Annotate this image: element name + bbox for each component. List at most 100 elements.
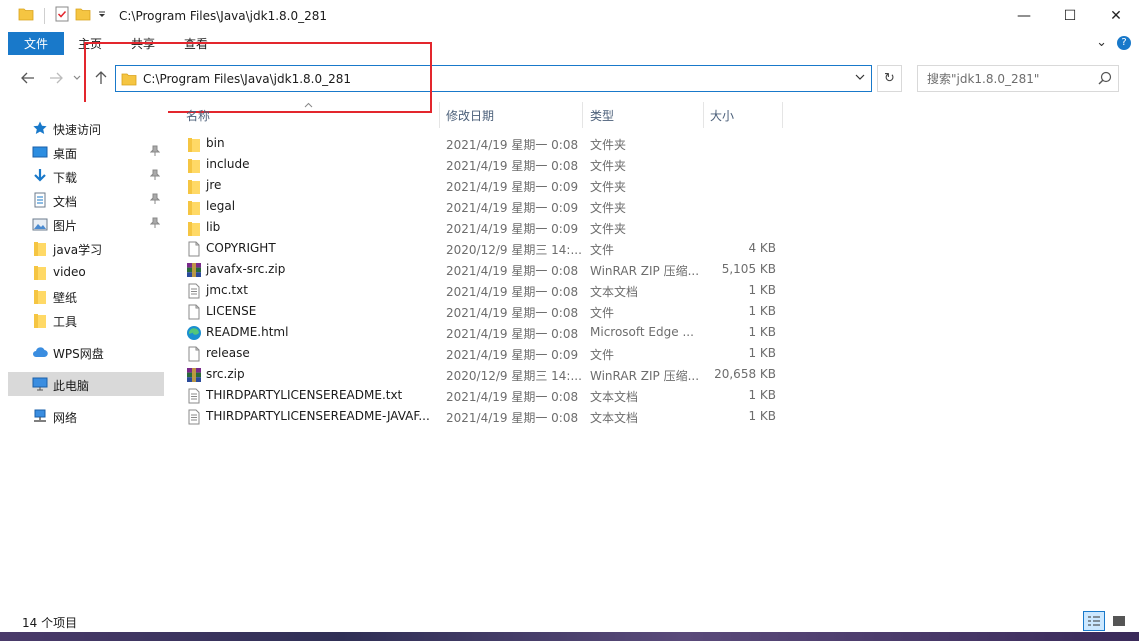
sidebar-item-network[interactable]: 网络	[8, 404, 164, 428]
file-row[interactable]: COPYRIGHT 2020/12/9 星期三 14:... 文件 4 KB	[182, 238, 782, 259]
file-size: 1 KB	[748, 388, 776, 402]
sidebar-item-tools[interactable]: 工具	[8, 308, 164, 332]
back-arrow-icon	[21, 72, 34, 84]
file-row[interactable]: THIRDPARTYLICENSEREADME.txt 2021/4/19 星期一…	[182, 385, 782, 406]
file-type: Microsoft Edge ...	[590, 325, 694, 339]
file-row[interactable]: README.html 2021/4/19 星期一 0:08 Microsoft E…	[182, 322, 782, 343]
folder-icon	[186, 136, 202, 152]
address-dropdown-button[interactable]	[855, 71, 865, 85]
file-row[interactable]: THIRDPARTYLICENSEREADME-JAVAF... 2021/4/1…	[182, 406, 782, 427]
file-name[interactable]: src.zip	[206, 367, 245, 381]
sidebar-item-desktop[interactable]: 桌面	[8, 140, 164, 164]
forward-button[interactable]	[46, 68, 66, 88]
up-button[interactable]	[91, 68, 111, 88]
file-size: 1 KB	[748, 346, 776, 360]
file-name[interactable]: release	[206, 346, 250, 360]
file-name[interactable]: jmc.txt	[206, 283, 248, 297]
file-name[interactable]: lib	[206, 220, 220, 234]
sidebar-item-wps-cloud[interactable]: WPS网盘	[8, 340, 164, 364]
title-bar: C:\Program Files\Java\jdk1.8.0_281 — ☐ ✕	[0, 0, 1139, 31]
file-row[interactable]: javafx-src.zip 2021/4/19 星期一 0:08 WinRAR Z…	[182, 259, 782, 280]
file-row[interactable]: jre 2021/4/19 星期一 0:09 文件夹	[182, 175, 782, 196]
maximize-button[interactable]: ☐	[1047, 0, 1093, 31]
file-modified-date: 2021/4/19 星期一 0:09	[446, 222, 579, 236]
sidebar-item-label: WPS网盘	[53, 347, 104, 361]
file-name[interactable]: include	[206, 157, 249, 171]
cloud-icon	[32, 344, 48, 360]
column-divider[interactable]	[782, 102, 783, 128]
column-header-size[interactable]: 大小	[710, 102, 780, 128]
edge-icon	[186, 325, 202, 341]
properties-icon[interactable]	[55, 6, 69, 25]
file-type: 文件夹	[590, 138, 627, 152]
file-name[interactable]: COPYRIGHT	[206, 241, 276, 255]
tab-file[interactable]: 文件	[8, 32, 64, 55]
new-folder-icon[interactable]	[75, 7, 91, 24]
column-divider[interactable]	[582, 102, 583, 128]
back-button[interactable]	[18, 68, 38, 88]
pictures-icon	[32, 216, 48, 232]
column-divider[interactable]	[439, 102, 440, 128]
file-row[interactable]: lib 2021/4/19 星期一 0:09 文件夹	[182, 217, 782, 238]
file-type: 文件	[590, 348, 615, 362]
sidebar-item-pictures[interactable]: 图片	[8, 212, 164, 236]
search-box[interactable]: 搜索"jdk1.8.0_281"	[917, 65, 1119, 92]
tab-share[interactable]: 共享	[131, 32, 155, 55]
expand-ribbon-button[interactable]: ⌄	[1096, 35, 1107, 50]
file-type: 文本文档	[590, 285, 639, 299]
sidebar-item-wallpaper[interactable]: 壁纸	[8, 284, 164, 308]
sidebar-item-label: 快速访问	[53, 123, 102, 137]
tab-view[interactable]: 查看	[184, 32, 208, 55]
file-name[interactable]: README.html	[206, 325, 288, 339]
file-size: 1 KB	[748, 283, 776, 297]
sidebar-item-label: 工具	[53, 315, 78, 329]
sidebar-item-this-pc[interactable]: 此电脑	[8, 372, 164, 396]
file-modified-date: 2021/4/19 星期一 0:08	[446, 159, 579, 173]
file-name[interactable]: jre	[206, 178, 221, 192]
file-name[interactable]: THIRDPARTYLICENSEREADME.txt	[206, 388, 402, 402]
file-type: 文本文档	[590, 390, 639, 404]
file-row[interactable]: legal 2021/4/19 星期一 0:09 文件夹	[182, 196, 782, 217]
network-icon	[32, 408, 48, 424]
file-type: 文件	[590, 243, 615, 257]
file-name[interactable]: legal	[206, 199, 235, 213]
file-row[interactable]: jmc.txt 2021/4/19 星期一 0:08 文本文档 1 KB	[182, 280, 782, 301]
file-name[interactable]: THIRDPARTYLICENSEREADME-JAVAF...	[206, 409, 430, 423]
file-name[interactable]: LICENSE	[206, 304, 256, 318]
sidebar-item-video[interactable]: video	[8, 260, 164, 284]
file-row[interactable]: include 2021/4/19 星期一 0:08 文件夹	[182, 154, 782, 175]
minimize-button[interactable]: —	[1001, 0, 1047, 31]
sidebar-item-documents[interactable]: 文档	[8, 188, 164, 212]
column-divider[interactable]	[703, 102, 704, 128]
search-placeholder[interactable]: 搜索"jdk1.8.0_281"	[927, 70, 1039, 87]
file-type: 文件夹	[590, 180, 627, 194]
recent-locations-button[interactable]	[71, 68, 83, 88]
sidebar-item-label: 网络	[53, 411, 78, 425]
customize-toolbar-icon[interactable]	[97, 9, 107, 23]
sidebar-item-java-study[interactable]: java学习	[8, 236, 164, 260]
address-path[interactable]: C:\Program Files\Java\jdk1.8.0_281	[143, 72, 351, 86]
file-row[interactable]: release 2021/4/19 星期一 0:09 文件 1 KB	[182, 343, 782, 364]
file-name[interactable]: bin	[206, 136, 225, 150]
refresh-button[interactable]: ↻	[877, 65, 902, 92]
file-modified-date: 2021/4/19 星期一 0:08	[446, 264, 579, 278]
large-icons-view-button[interactable]	[1108, 611, 1130, 631]
details-view-button[interactable]	[1083, 611, 1105, 631]
chevron-down-icon	[855, 74, 865, 80]
file-row[interactable]: src.zip 2020/12/9 星期三 14:... WinRAR ZIP 压缩…	[182, 364, 782, 385]
address-bar[interactable]: C:\Program Files\Java\jdk1.8.0_281	[115, 65, 872, 92]
search-icon[interactable]	[1098, 71, 1112, 88]
tab-home[interactable]: 主页	[78, 32, 102, 55]
column-header-type[interactable]: 类型	[590, 102, 700, 128]
quick-access-toolbar	[0, 0, 107, 31]
sidebar-item-downloads[interactable]: 下载	[8, 164, 164, 188]
file-row[interactable]: bin 2021/4/19 星期一 0:08 文件夹	[182, 133, 782, 154]
help-button[interactable]: ?	[1117, 35, 1131, 50]
column-header-name[interactable]: 名称	[186, 102, 438, 128]
close-button[interactable]: ✕	[1093, 0, 1139, 31]
file-row[interactable]: LICENSE 2021/4/19 星期一 0:08 文件 1 KB	[182, 301, 782, 322]
star-icon	[32, 120, 48, 136]
file-name[interactable]: javafx-src.zip	[206, 262, 285, 276]
sidebar-item-quick-access[interactable]: 快速访问	[8, 116, 164, 140]
column-header-date[interactable]: 修改日期	[446, 102, 580, 128]
